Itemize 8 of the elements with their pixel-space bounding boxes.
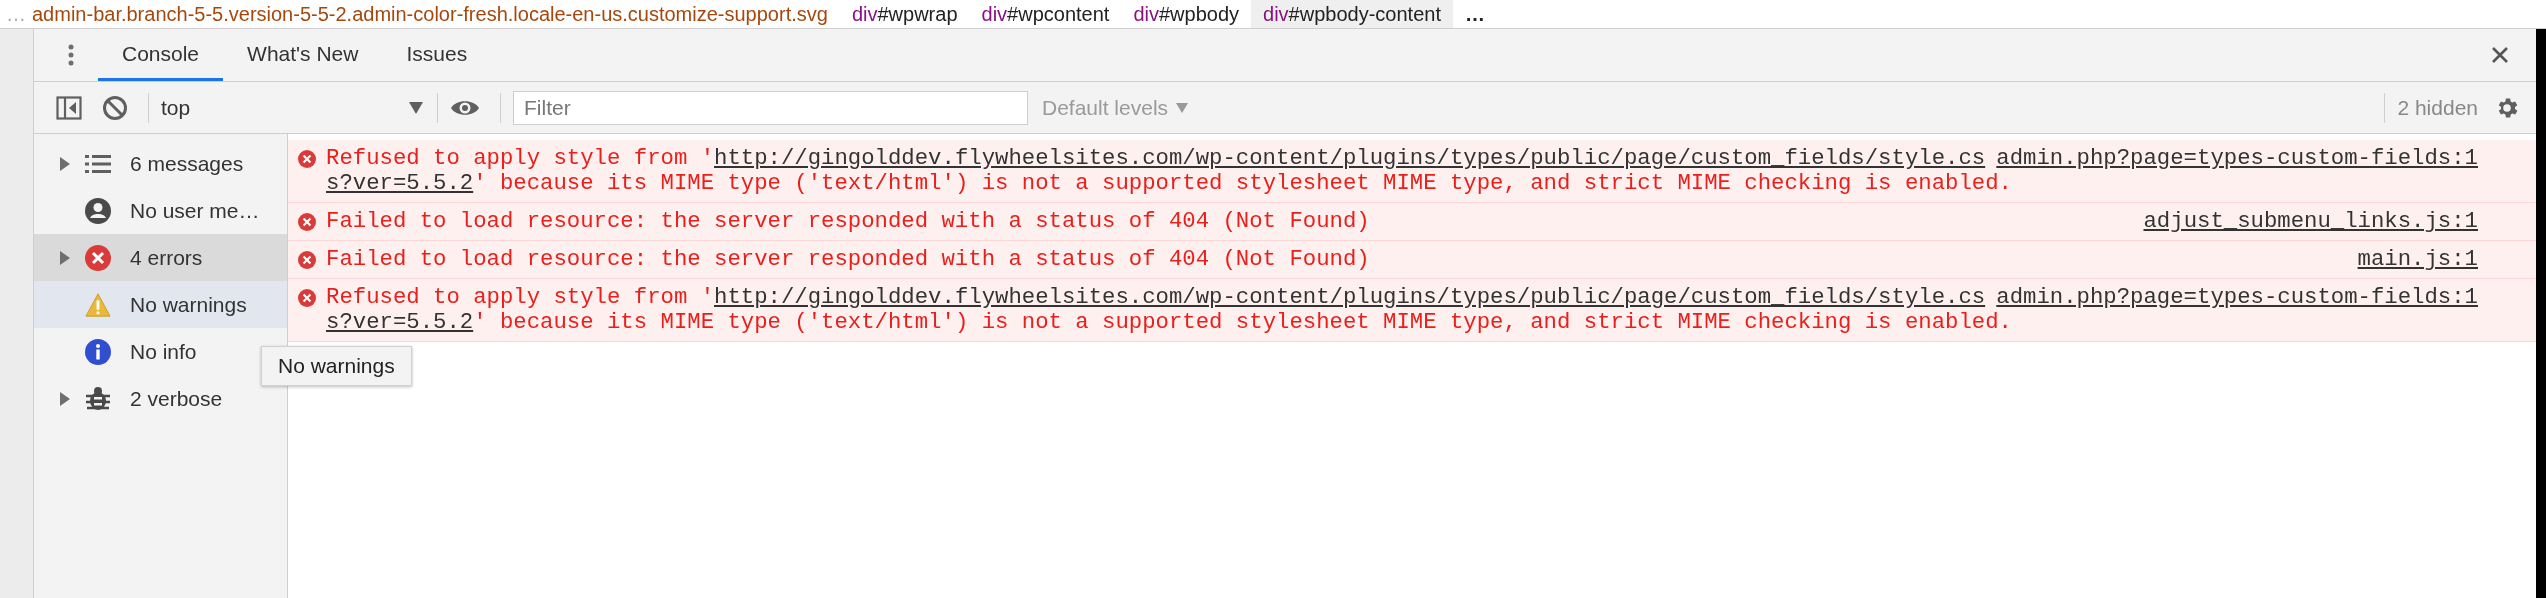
message-text: Refused to apply style from ': [326, 145, 715, 171]
message-text: Failed to load resource: the server responded with a status of 404 (Not Found): [326, 246, 1370, 272]
message-text: ' because its MIME type ('text/html') is not a supported stylesheet MIME type, and strict MIME checking is enabled.: [473, 170, 2012, 196]
message-text: Failed to load resource: the server responded with a status of 404 (Not Found): [326, 208, 1370, 234]
hidden-count: 2 hidden: [2397, 95, 2478, 120]
message-text: Refused to apply style from ': [326, 284, 715, 310]
tooltip: No warnings: [261, 346, 412, 386]
message-text: ' because its MIME type ('text/html') is not a supported stylesheet MIME type, and strict MIME checking is enabled.: [473, 309, 2012, 335]
